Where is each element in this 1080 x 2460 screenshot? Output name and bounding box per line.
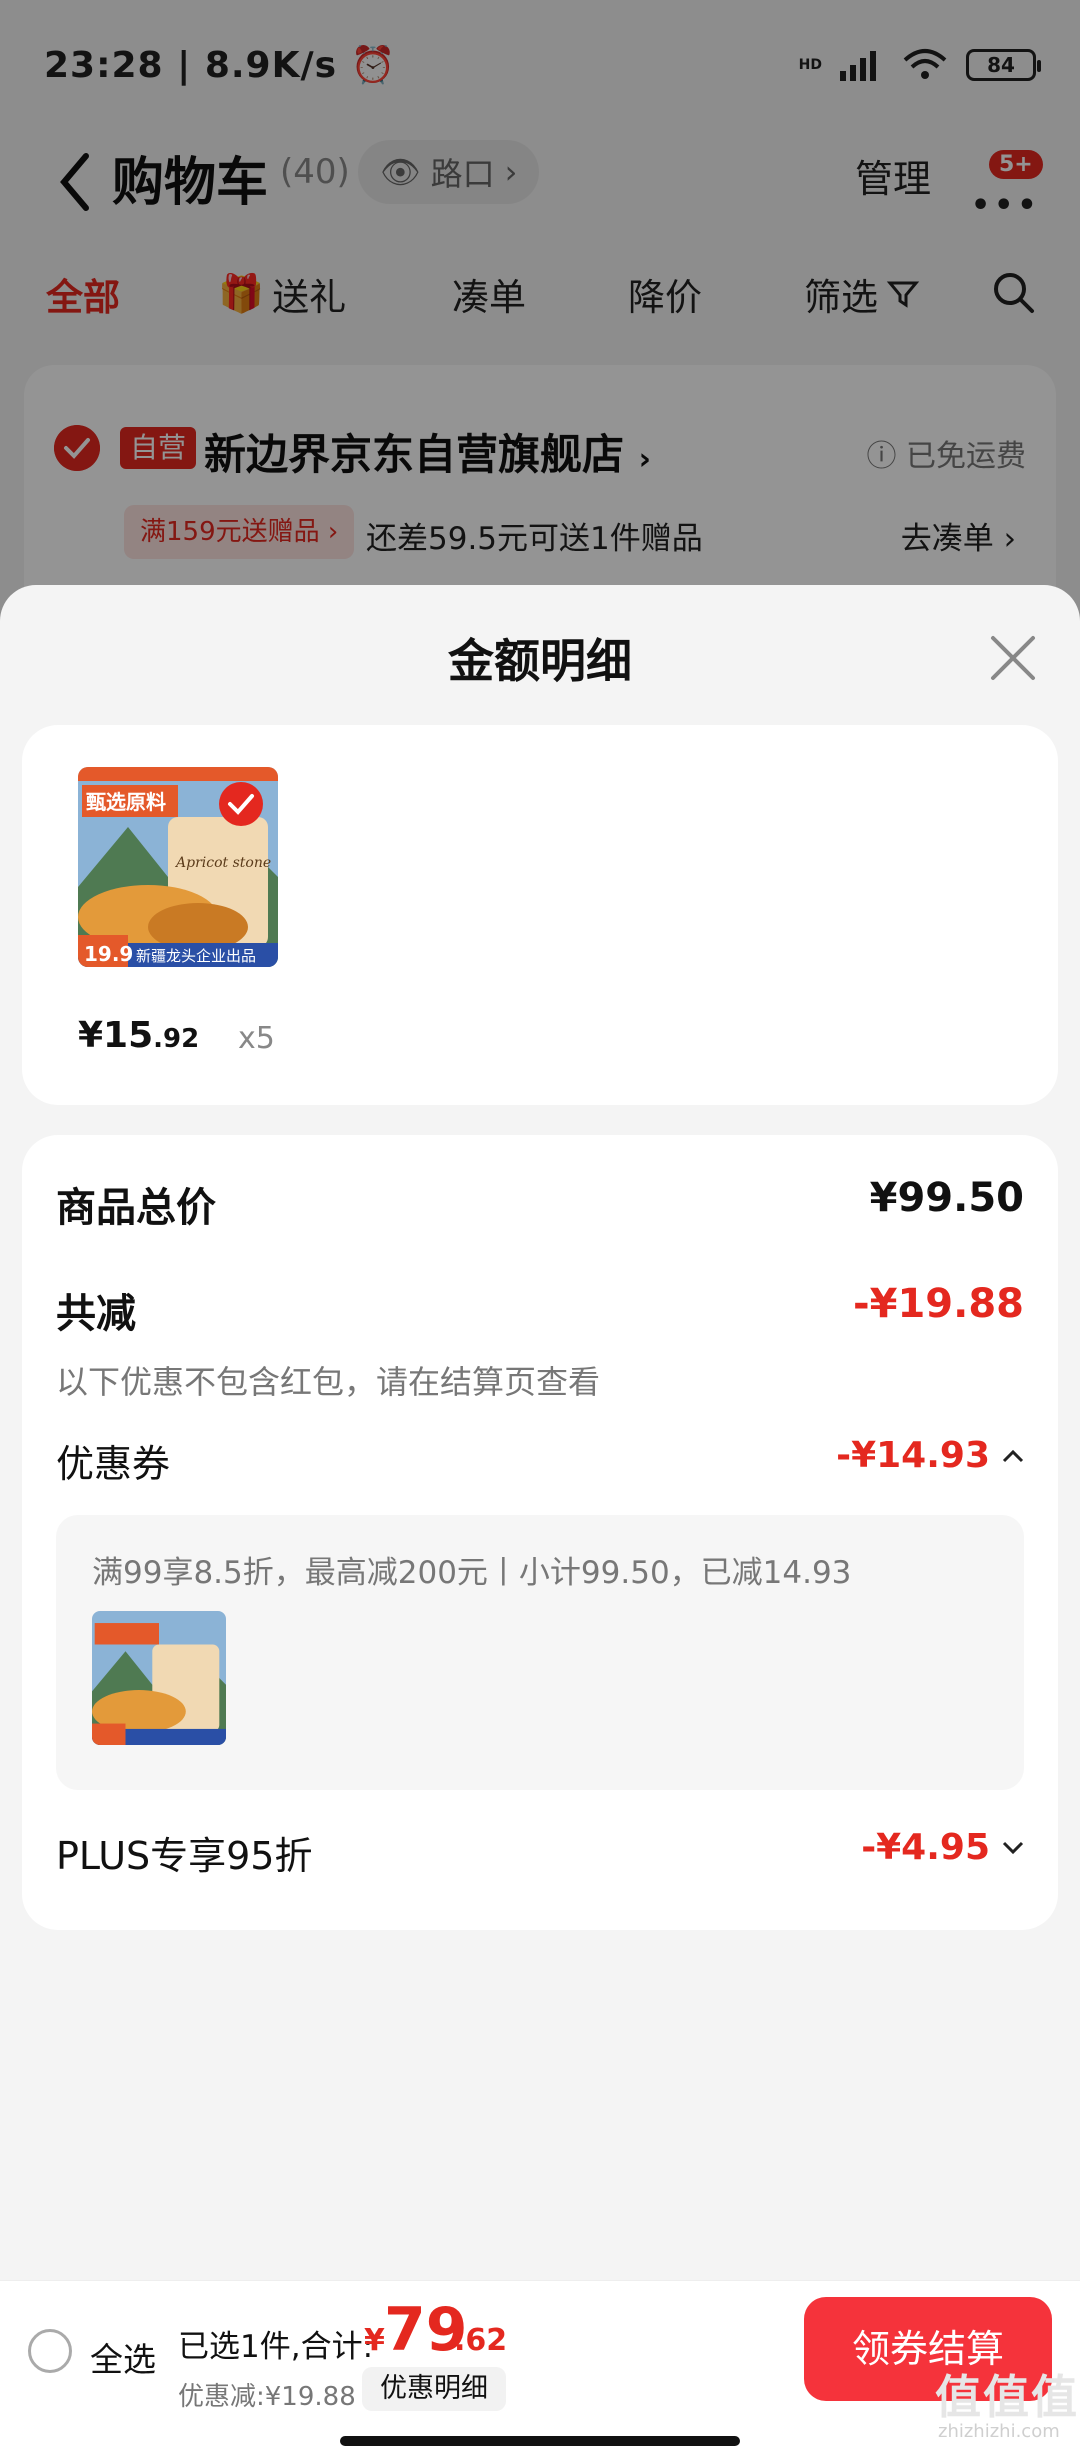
product-image-subtitle: Apricot stone [174,855,271,871]
chevron-up-icon [1002,1449,1024,1462]
amount-detail-sheet: 金额明细 甄选原料 Apricot stone 19.9 新疆龙头企业出品 ¥1… [0,585,1080,2460]
product-image-price: 19.9 [84,942,133,966]
discount-total: 优惠减:¥19.88 [178,2382,356,2412]
total-price-label: 商品总价 [56,1185,216,1231]
item-quantity: x5 [238,1021,275,1056]
coupon-label: 优惠券 [56,1442,171,1486]
plus-discount-label: PLUS专享95折 [56,1834,313,1878]
sum-currency: ¥ [364,2323,385,2358]
checkout-bar: 全选 已选1件,合计: ¥ 79 .62 优惠减:¥19.88 优惠明细 领券结… [0,2280,1080,2460]
item-card: 甄选原料 Apricot stone 19.9 新疆龙头企业出品 ¥15.92 … [22,725,1058,1105]
total-reduce-label: 共减 [56,1291,136,1337]
selected-summary: 已选1件,合计: [178,2329,374,2365]
watermark-url: zhizhizhi.com [938,2421,1060,2442]
discount-detail-button[interactable]: 优惠明细 [362,2367,506,2411]
product-image-footer: 新疆龙头企业出品 [136,947,256,965]
total-price-value: ¥99.50 [869,1175,1024,1221]
total-reduce-value: -¥19.88 [853,1281,1024,1327]
coupon-product-picture [92,1611,226,1745]
item-price-dec: .92 [153,1024,200,1054]
chevron-down-icon [1002,1841,1024,1854]
coupon-product-image [92,1611,226,1745]
close-icon[interactable] [985,630,1041,686]
coupon-value: -¥14.93 [836,1435,990,1476]
sheet-title: 金额明细 [448,634,632,688]
select-all-label[interactable]: 全选 [90,2333,156,2381]
plus-discount-value: -¥4.95 [861,1827,990,1868]
watermark-logo: 值值值 [935,2370,1079,2424]
sum-decimal: .62 [454,2323,508,2358]
product-image: 甄选原料 Apricot stone 19.9 新疆龙头企业出品 [78,767,278,967]
coupon-description: 满99享8.5折，最高减200元丨小计99.50，已减14.93 [92,1555,852,1591]
plus-toggle[interactable]: -¥4.95 [861,1827,1024,1868]
reduce-note: 以下优惠不包含红包，请在结算页查看 [56,1363,601,1401]
product-image-title: 甄选原料 [86,790,166,814]
item-price-int: ¥15 [78,1015,154,1056]
price-detail-card: 商品总价 ¥99.50 共减 -¥19.88 以下优惠不包含红包，请在结算页查看… [22,1135,1058,1930]
coupon-detail-box: 满99享8.5折，最高减200元丨小计99.50，已减14.93 [56,1515,1024,1790]
item-price: ¥15.92 [78,1015,199,1056]
select-all-checkbox[interactable] [28,2329,72,2373]
home-indicator[interactable] [340,2436,740,2446]
selected-check-icon [219,782,263,826]
coupon-toggle[interactable]: -¥14.93 [836,1435,1024,1476]
